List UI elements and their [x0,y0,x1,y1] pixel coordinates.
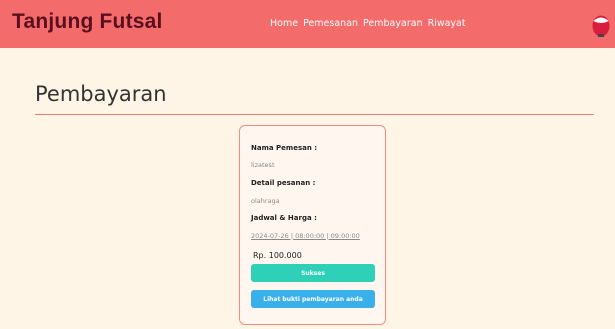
detail-value: olahraga [251,197,280,205]
name-value: lizatest [251,161,275,169]
nav-pembayaran[interactable]: Pembayaran [363,18,423,29]
price-value: Rp. 100.000 [253,251,302,260]
view-proof-button[interactable]: Lihat bukti pembayaran anda [251,290,375,308]
payment-card: Nama Pemesan : lizatest Detail pesanan :… [239,125,386,325]
nav-riwayat[interactable]: Riwayat [428,18,466,29]
nav-pemesanan[interactable]: Pemesanan [303,18,358,29]
brand-logo[interactable]: Tanjung Futsal [12,10,163,34]
title-divider [35,114,594,115]
avatar-icon[interactable] [592,15,610,37]
name-label: Nama Pemesan : [251,144,318,152]
nav-home[interactable]: Home [270,18,298,29]
navbar: Tanjung Futsal Home Pemesanan Pembayaran… [0,0,615,48]
nav-links: Home Pemesanan Pembayaran Riwayat [270,18,466,29]
schedule-value[interactable]: 2024-07-26 | 08:00:00 | 09:00:00 [251,232,360,240]
detail-label: Detail pesanan : [251,179,316,187]
page-title: Pembayaran [35,82,167,106]
schedule-label: Jadwal & Harga : [251,214,317,222]
success-button[interactable]: Sukses [251,264,375,282]
